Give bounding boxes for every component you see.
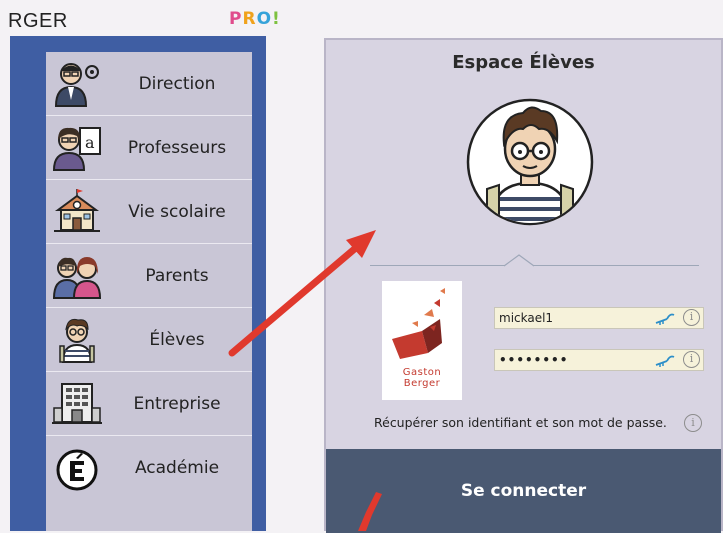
password-input[interactable] xyxy=(499,351,649,369)
separator-notch xyxy=(504,254,534,267)
password-info-icon[interactable]: i xyxy=(683,351,700,368)
pro-badge: PRO! xyxy=(229,9,281,29)
menu-item-eleves[interactable]: Élèves xyxy=(46,308,252,372)
username-input[interactable] xyxy=(499,309,649,327)
menu-item-label: Entreprise xyxy=(133,394,221,414)
connect-button[interactable]: Se connecter xyxy=(326,449,721,533)
profile-menu: Direction a Professeurs Vie scolaire Par… xyxy=(46,52,252,531)
menu-item-parents[interactable]: Parents xyxy=(46,244,252,308)
login-title: Espace Élèves xyxy=(452,52,595,73)
menu-item-vie-scolaire[interactable]: Vie scolaire xyxy=(46,180,252,244)
recover-credentials-link[interactable]: Récupérer son identifiant et son mot de … xyxy=(374,415,667,430)
menu-item-professeurs[interactable]: a Professeurs xyxy=(46,116,252,180)
menu-item-label: Académie xyxy=(134,458,220,478)
recover-info-icon[interactable]: i xyxy=(684,414,702,432)
separator-line xyxy=(370,265,699,266)
gaston-berger-logo-icon xyxy=(392,288,445,359)
svg-text:a: a xyxy=(85,133,95,152)
menu-item-academie[interactable]: Académie xyxy=(46,436,252,500)
company-icon xyxy=(52,383,102,424)
menu-item-label: Élèves xyxy=(149,330,205,350)
director-icon xyxy=(54,63,99,107)
student-icon xyxy=(59,318,95,363)
password-field: i xyxy=(494,349,704,371)
menu-item-label: Parents xyxy=(145,266,209,286)
username-field: i xyxy=(494,307,704,329)
username-info-icon[interactable]: i xyxy=(683,309,700,326)
menu-item-label: Direction xyxy=(138,74,216,94)
menu-item-label: Professeurs xyxy=(127,138,227,158)
key-icon[interactable] xyxy=(655,311,675,326)
menu-item-direction[interactable]: Direction xyxy=(46,52,252,116)
menu-item-label: Vie scolaire xyxy=(128,202,226,222)
parents-icon xyxy=(52,257,102,299)
top-left-title: RGER xyxy=(8,10,68,32)
key-icon[interactable] xyxy=(655,353,675,368)
school-logo: Gaston Berger xyxy=(382,281,462,400)
login-card: Espace Élèves Gaston Berger mickael1 i •… xyxy=(324,38,723,533)
teacher-icon: a xyxy=(52,127,101,171)
academie-logo-icon xyxy=(56,449,98,491)
school-logo-text: Gaston Berger xyxy=(402,367,442,389)
menu-item-entreprise[interactable]: Entreprise xyxy=(46,372,252,436)
student-avatar-icon xyxy=(466,98,594,226)
school-building-icon xyxy=(54,189,100,232)
